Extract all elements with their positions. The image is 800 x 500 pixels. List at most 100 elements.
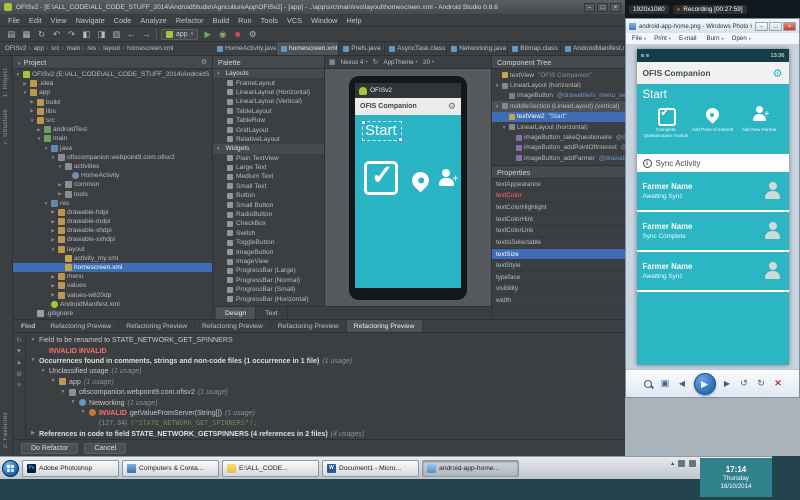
viewer-title-bar[interactable]: android-app-home.png - Windows Photo Vie… — [626, 19, 799, 33]
editor-mode-tab[interactable]: Design — [216, 307, 256, 319]
project-tree-item[interactable]: ▼ activities — [13, 162, 212, 171]
editor-tab[interactable]: Bitmap.class — [508, 42, 561, 55]
property-row[interactable]: textSize 50sp — [492, 249, 625, 261]
refactoring-row[interactable]: ▼ ofiscompanion.webpoint9.com.ofisv2 (1 … — [26, 387, 625, 397]
refresh-icon[interactable]: ↻ — [16, 336, 21, 344]
minimize-icon[interactable] — [584, 3, 595, 12]
theme-selector[interactable]: AppTheme — [383, 59, 418, 66]
refactoring-row[interactable]: ▼ INVALID getValueFromServer(String[]) (… — [26, 408, 625, 418]
minimize-icon[interactable] — [755, 22, 768, 31]
expander-icon[interactable]: ▼ — [80, 410, 86, 415]
project-tree-item[interactable]: ▼ main — [13, 134, 212, 143]
show-desktop-area[interactable] — [772, 456, 800, 500]
palette-item[interactable]: ImageView — [213, 257, 324, 266]
taskbar-button[interactable]: W Document1 - Micro... — [322, 460, 419, 477]
delete-icon[interactable]: ✕ — [773, 378, 784, 389]
project-tree-item[interactable]: homescreen.xml — [13, 263, 212, 272]
project-tree-item[interactable]: ▶ values — [13, 281, 212, 290]
project-tree-item[interactable]: ▶ tools — [13, 189, 212, 198]
maximize-icon[interactable] — [597, 3, 608, 12]
do-refactor-button[interactable]: Do Refactor — [21, 443, 78, 454]
breadcrumb-item[interactable]: main — [67, 45, 87, 52]
forward-icon[interactable]: → — [141, 28, 152, 41]
palette-item[interactable]: ToggleButton — [213, 238, 324, 247]
expander-icon[interactable]: ▼ — [494, 104, 500, 109]
project-tree-item[interactable]: ▼ layout — [13, 245, 212, 254]
project-tree-item[interactable]: ▶ drawable-xxhdpi — [13, 235, 212, 244]
property-row[interactable]: textIsSelectable — [492, 237, 625, 249]
menu-item[interactable]: Navigate — [76, 16, 105, 25]
expander-icon[interactable]: ▶ — [50, 209, 56, 215]
component-tree-item[interactable]: imageButton_takeQuestionaire @drawable… — [492, 132, 625, 142]
slideshow-icon[interactable]: ▶ — [694, 373, 716, 395]
expander-icon[interactable]: ▼ — [30, 358, 36, 363]
expander-icon[interactable]: ▼ — [50, 379, 56, 384]
start-label[interactable]: Start — [362, 121, 402, 141]
zoom-icon[interactable] — [642, 378, 654, 390]
expander-icon[interactable]: ▼ — [29, 118, 35, 123]
component-tree-item[interactable]: imageButton_addPointOfInterest @draw… — [492, 143, 625, 153]
property-row[interactable]: textColorLink — [492, 225, 625, 237]
breadcrumb-item[interactable]: src — [51, 45, 66, 52]
design-canvas[interactable]: OFISv2 OFIS Companion Start — [325, 69, 491, 306]
tool-window-button[interactable]: 1: Project — [3, 68, 9, 97]
menu-item[interactable]: Analyze — [140, 16, 166, 25]
project-tree-item[interactable]: ▼ app — [13, 88, 212, 97]
palette-item[interactable]: LinearLayout (Horizontal) — [213, 88, 324, 97]
menu-item[interactable]: View — [51, 16, 67, 25]
breadcrumb-item[interactable]: homescreen.xml — [127, 45, 173, 52]
refactoring-preview-tab[interactable]: Refactoring Preview — [43, 320, 119, 332]
expander-icon[interactable]: ▶ — [57, 182, 63, 188]
palette-item[interactable]: GridLayout — [213, 125, 324, 134]
project-tree-item[interactable]: ▼ java — [13, 144, 212, 153]
component-tree-item[interactable]: imageButton_addFarmer @drawable/ic_ad… — [492, 153, 625, 163]
palette-item[interactable]: ProgressBar (Normal) — [213, 276, 324, 285]
project-tree-item[interactable]: ▼ src — [13, 116, 212, 125]
expander-icon[interactable]: ▶ — [50, 292, 56, 298]
next-icon[interactable]: ▶ — [722, 379, 733, 388]
palette-item[interactable]: TableRow — [213, 116, 324, 125]
expander-icon[interactable]: ▶ — [30, 431, 36, 436]
taskbar-button[interactable]: Computers & Conta... — [122, 460, 219, 477]
palette-item[interactable]: ProgressBar (Horizontal) — [213, 294, 324, 303]
component-tree-item[interactable]: imageButton @drawable/is_menu_setting — [492, 91, 625, 101]
project-tree-item[interactable]: AndroidManifest.xml — [13, 300, 212, 309]
menu-item[interactable]: Run — [238, 16, 252, 25]
rotate-ccw-icon[interactable]: ↺ — [739, 378, 750, 389]
project-tree-item[interactable]: activity_my.xml — [13, 254, 212, 263]
editor-mode-tab[interactable]: Text — [256, 307, 287, 319]
property-row[interactable]: textColor — [492, 191, 625, 203]
breadcrumb-item[interactable]: layout — [103, 45, 126, 52]
save-icon[interactable]: ▦ — [21, 28, 32, 41]
refactoring-preview-tab[interactable]: Refactoring Preview — [119, 320, 195, 332]
palette-item[interactable]: LinearLayout (Vertical) — [213, 97, 324, 106]
taskbar-button[interactable]: android-app-home... — [422, 460, 519, 477]
editor-tab[interactable]: Networking.java — [447, 42, 508, 55]
add-farmer-icon[interactable] — [436, 169, 456, 187]
expander-icon[interactable]: ▼ — [22, 90, 28, 95]
taskbar-clock[interactable]: 17:14 Thursday 16/10/2014 — [700, 458, 772, 497]
palette-item[interactable]: CheckBox — [213, 219, 324, 228]
redo-icon[interactable]: ↷ — [66, 28, 77, 41]
project-tree-item[interactable]: ▶ libs — [13, 107, 212, 116]
property-row[interactable]: textColorHint — [492, 214, 625, 226]
component-tree-item[interactable]: textView2 "Start" — [492, 112, 625, 122]
palette-item[interactable]: ProgressBar (Small) — [213, 285, 324, 294]
debug-icon[interactable]: ◉ — [217, 28, 228, 41]
editor-tab[interactable]: HomeActivity.java — [213, 42, 277, 55]
copy-icon[interactable]: ◨ — [96, 28, 107, 41]
palette-item[interactable]: Button — [213, 191, 324, 200]
expander-icon[interactable]: ▶ — [57, 191, 63, 197]
palette-item[interactable]: Widgets — [213, 144, 324, 153]
expander-icon[interactable]: ▼ — [501, 125, 507, 130]
project-tree-item[interactable]: ▼ res — [13, 199, 212, 208]
component-tree-item[interactable]: ▼ middleSection (LinearLayout) (vertical… — [492, 101, 625, 111]
refactoring-row[interactable]: (127, 34) ("STATE_NETWORK_GET_SPINNERS")… — [26, 418, 625, 428]
refactoring-preview-tab[interactable]: Refactoring Preview — [195, 320, 271, 332]
palette-item[interactable]: Small Button — [213, 200, 324, 209]
previous-icon[interactable]: ◀ — [677, 379, 688, 388]
refactoring-row[interactable]: ▶ References in code to field STATE_NETW… — [26, 429, 625, 439]
editor-tab[interactable]: AndroidManifest.xml — [561, 42, 625, 55]
expander-icon[interactable]: ▶ — [50, 274, 56, 280]
paste-icon[interactable]: ▥ — [111, 28, 122, 41]
